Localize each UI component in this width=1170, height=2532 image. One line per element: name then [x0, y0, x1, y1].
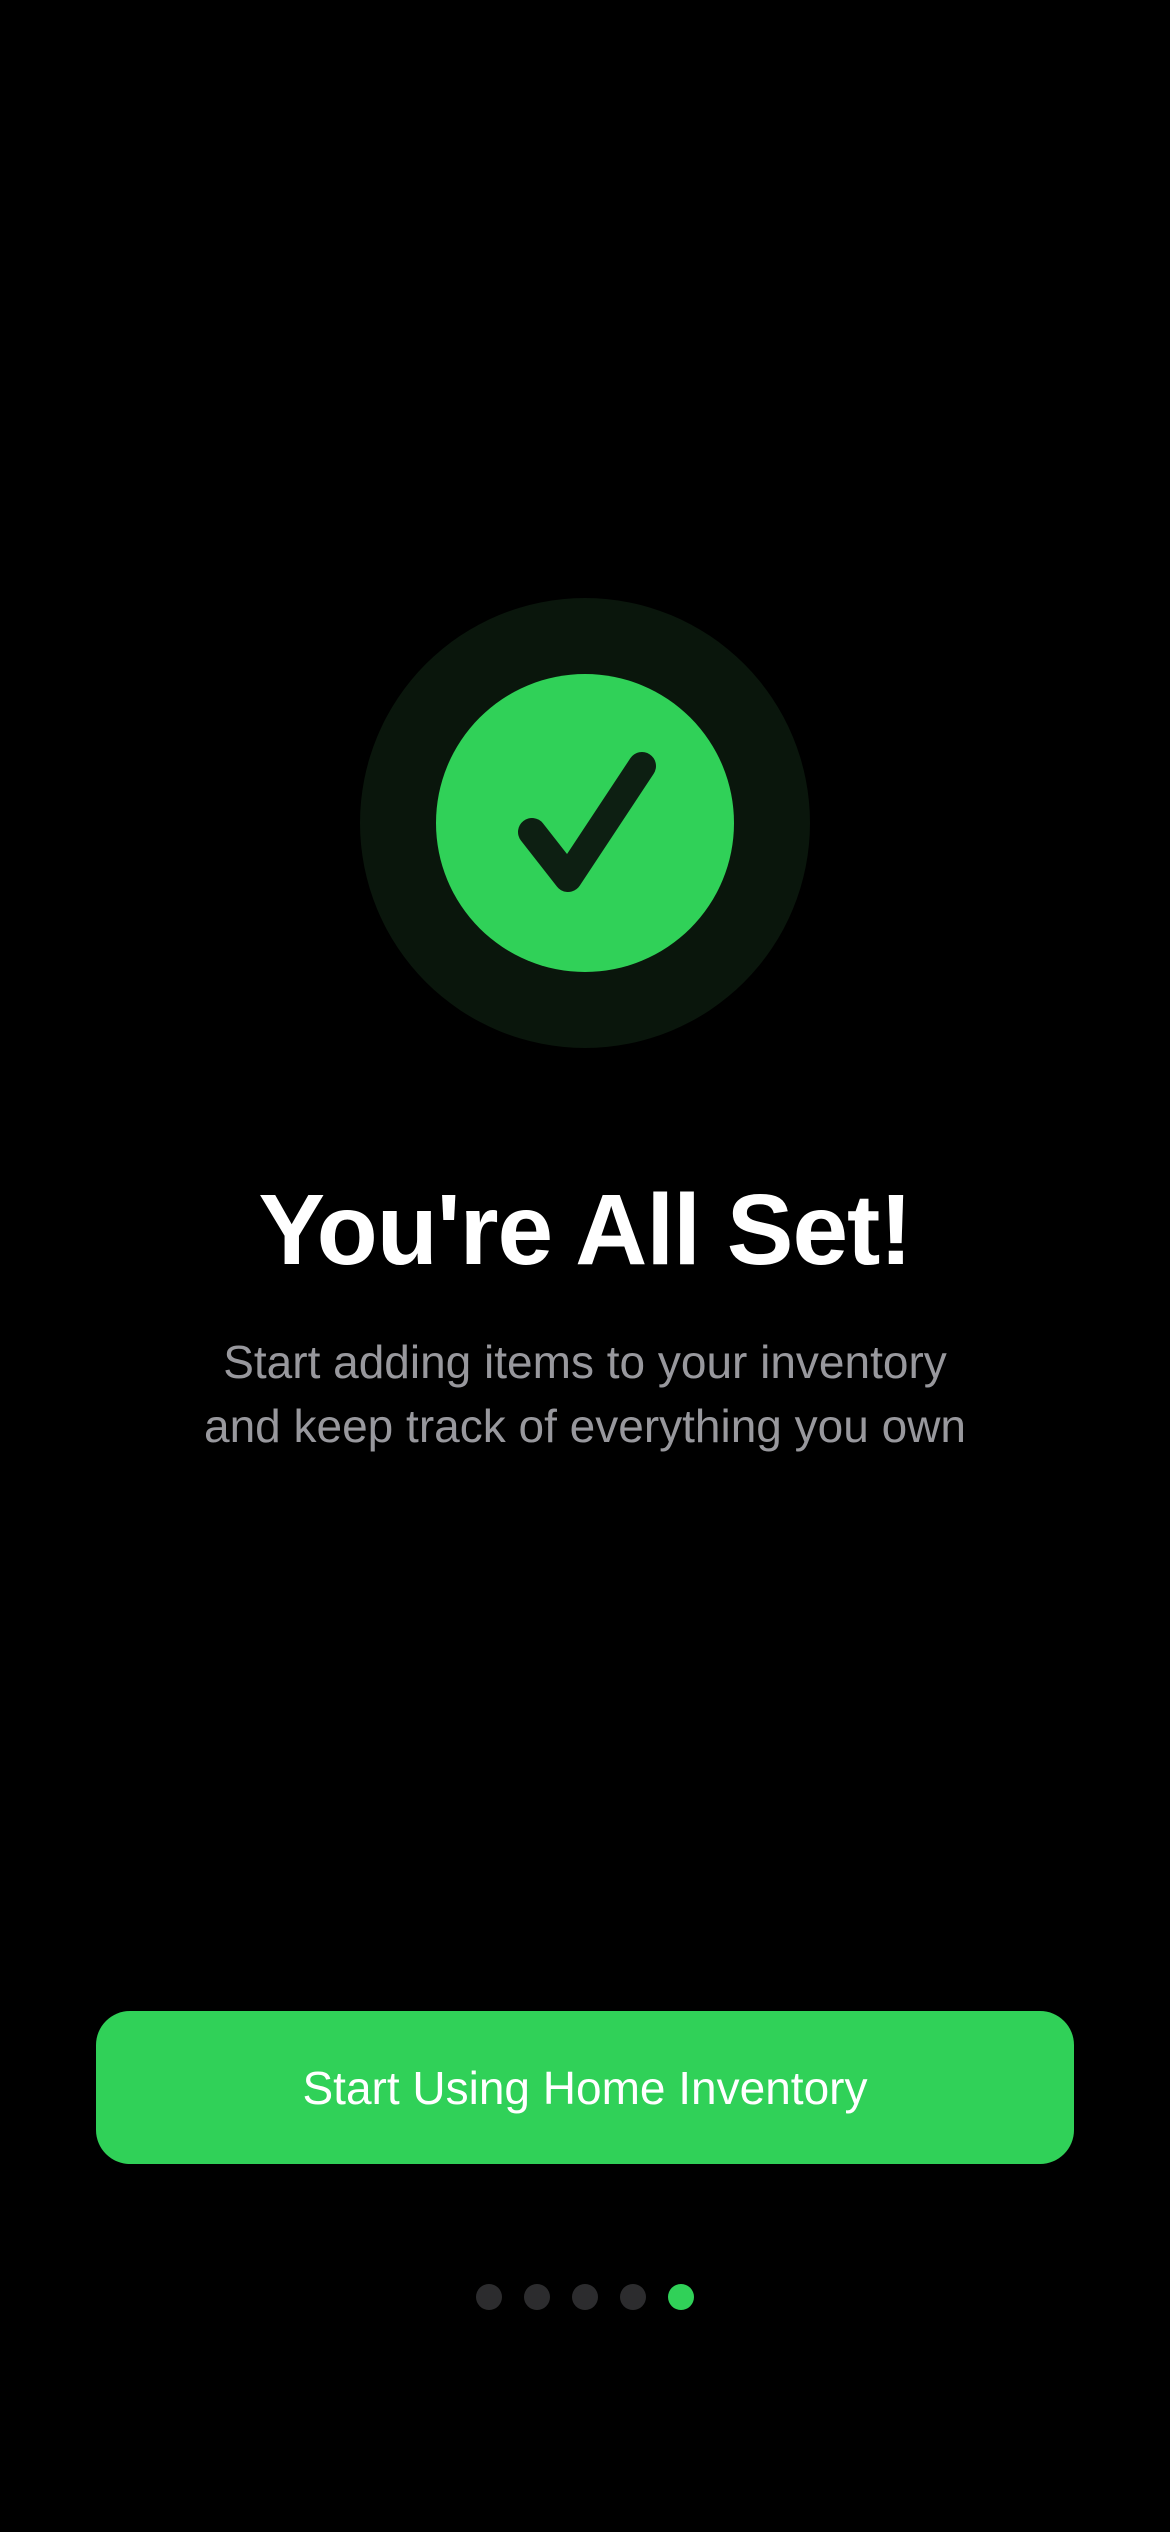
subtitle-line: Start adding items to your inventory [223, 1336, 947, 1388]
success-circle [436, 674, 734, 972]
page-subtitle: Start adding items to your inventory and… [100, 1330, 1070, 1458]
page-title: You're All Set! [258, 1174, 912, 1286]
page-dot[interactable] [620, 2284, 646, 2310]
success-badge [360, 598, 810, 1048]
page-dot[interactable] [476, 2284, 502, 2310]
checkmark-icon [518, 752, 656, 892]
page-dot[interactable] [572, 2284, 598, 2310]
start-using-button[interactable]: Start Using Home Inventory [96, 2011, 1074, 2164]
subtitle-line: and keep track of everything you own [203, 1400, 966, 1452]
page-dot-active[interactable] [668, 2284, 694, 2310]
page-dot[interactable] [524, 2284, 550, 2310]
page-indicator [0, 2284, 1170, 2310]
